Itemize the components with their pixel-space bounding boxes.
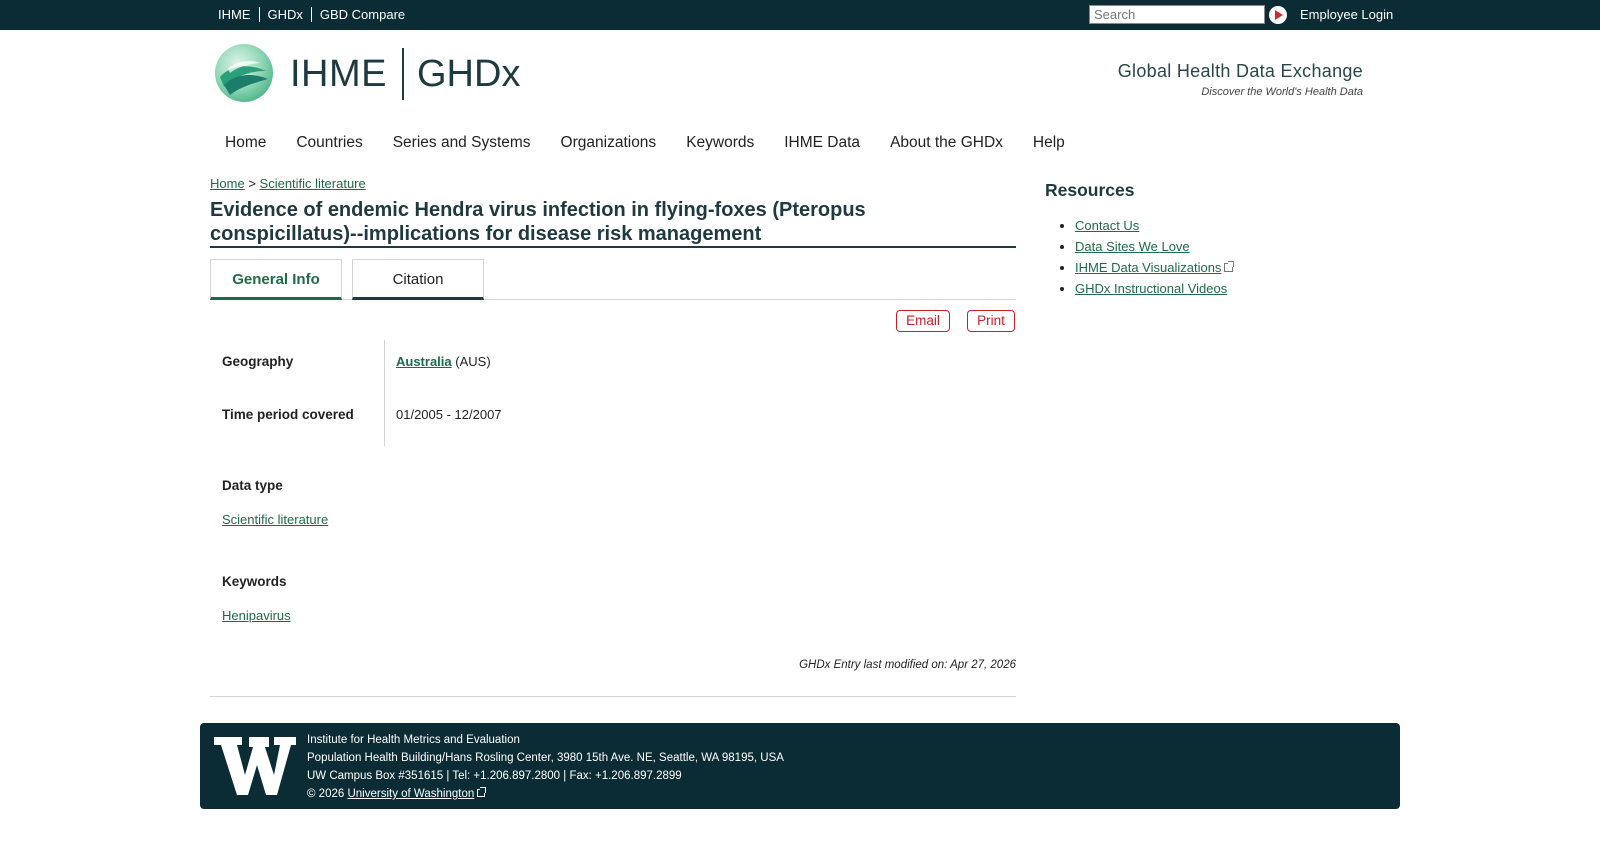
- top-link-gbd-compare[interactable]: GBD Compare: [310, 7, 413, 22]
- uw-link[interactable]: University of Washington: [347, 788, 474, 800]
- keyword-link[interactable]: Henipavirus: [222, 608, 291, 623]
- time-period-value: 01/2005 - 12/2007: [396, 407, 502, 422]
- logo-ihme-text[interactable]: IHME: [290, 52, 387, 96]
- list-item: IHME Data Visualizations: [1075, 257, 1235, 278]
- info-divider: [384, 340, 385, 446]
- nav-ihme-data[interactable]: IHME Data: [784, 134, 860, 152]
- top-link-ghdx[interactable]: GHDx: [258, 7, 311, 22]
- data-type-value: Scientific literature: [222, 512, 328, 528]
- top-link-ihme[interactable]: IHME: [218, 7, 259, 22]
- resource-ihme-visualizations[interactable]: IHME Data Visualizations: [1075, 260, 1221, 275]
- email-button[interactable]: Email: [896, 310, 950, 332]
- external-link-icon: [1224, 261, 1235, 272]
- tab-bar: General Info Citation: [210, 259, 1016, 300]
- data-type-label: Data type: [222, 478, 283, 493]
- geography-link[interactable]: Australia: [396, 354, 452, 369]
- footer-copyright: © 2026 University of Washington: [307, 785, 784, 803]
- list-item: GHDx Instructional Videos: [1075, 278, 1233, 299]
- tagline-subtitle: Discover the World's Health Data: [1201, 86, 1363, 98]
- keywords-value: Henipavirus: [222, 608, 291, 624]
- resources-list: Contact Us Data Sites We Love IHME Data …: [1075, 215, 1235, 299]
- footer-contact-line: UW Campus Box #351615 | Tel: +1.206.897.…: [307, 770, 682, 782]
- search-submit-icon[interactable]: [1269, 6, 1287, 24]
- nav-about-the-ghdx[interactable]: About the GHDx: [890, 134, 1003, 152]
- logo-divider: [402, 48, 404, 100]
- footer-address-line: Population Health Building/Hans Rosling …: [307, 752, 784, 764]
- page-title: Evidence of endemic Hendra virus infecti…: [210, 198, 1016, 248]
- ihme-logo-icon[interactable]: [214, 43, 274, 103]
- breadcrumb-section[interactable]: Scientific literature: [260, 176, 366, 191]
- nav-countries[interactable]: Countries: [296, 134, 362, 152]
- breadcrumb: Home > Scientific literature: [210, 176, 366, 192]
- search-input[interactable]: [1089, 5, 1265, 24]
- site-tagline: Global Health Data Exchange Discover the…: [1118, 61, 1363, 100]
- nav-home[interactable]: Home: [225, 134, 266, 152]
- logo-ghdx-text[interactable]: GHDx: [417, 52, 520, 96]
- nav-help[interactable]: Help: [1033, 134, 1065, 152]
- geography-code: (AUS): [455, 354, 491, 369]
- copyright-text: © 2026: [307, 788, 345, 800]
- tagline-title: Global Health Data Exchange: [1117, 61, 1363, 81]
- uw-logo-icon[interactable]: [214, 735, 296, 797]
- external-link-icon: [477, 787, 487, 797]
- resources-title: Resources: [1045, 180, 1135, 200]
- geography-label: Geography: [222, 354, 294, 369]
- breadcrumb-separator: >: [248, 176, 256, 191]
- list-item: Data Sites We Love: [1075, 236, 1233, 257]
- keywords-label: Keywords: [222, 574, 287, 589]
- resource-data-sites[interactable]: Data Sites We Love: [1075, 239, 1190, 254]
- main-nav: Home Countries Series and Systems Organi…: [225, 134, 1095, 152]
- breadcrumb-home[interactable]: Home: [210, 176, 245, 191]
- geography-value: Australia (AUS): [396, 354, 491, 370]
- top-links: IHME GHDx GBD Compare: [218, 7, 413, 22]
- last-modified: GHDx Entry last modified on: Apr 27, 202…: [799, 659, 1016, 671]
- nav-keywords[interactable]: Keywords: [686, 134, 754, 152]
- footer-address: Institute for Health Metrics and Evaluat…: [307, 731, 784, 803]
- footer: Institute for Health Metrics and Evaluat…: [200, 723, 1400, 809]
- tab-general-info[interactable]: General Info: [210, 259, 342, 300]
- nav-series-and-systems[interactable]: Series and Systems: [393, 134, 531, 152]
- nav-organizations[interactable]: Organizations: [561, 134, 657, 152]
- footer-org-name: Institute for Health Metrics and Evaluat…: [307, 734, 520, 746]
- tab-citation[interactable]: Citation: [352, 259, 484, 300]
- top-bar: IHME GHDx GBD Compare Employee Login: [0, 0, 1600, 30]
- data-type-link[interactable]: Scientific literature: [222, 512, 328, 527]
- list-item: Contact Us: [1075, 215, 1233, 236]
- employee-login-link[interactable]: Employee Login: [1300, 7, 1393, 22]
- content-divider: [210, 696, 1016, 697]
- print-button[interactable]: Print: [967, 310, 1015, 332]
- resource-contact-us[interactable]: Contact Us: [1075, 218, 1139, 233]
- resource-instructional-videos[interactable]: GHDx Instructional Videos: [1075, 281, 1227, 296]
- time-period-label: Time period covered: [222, 407, 354, 422]
